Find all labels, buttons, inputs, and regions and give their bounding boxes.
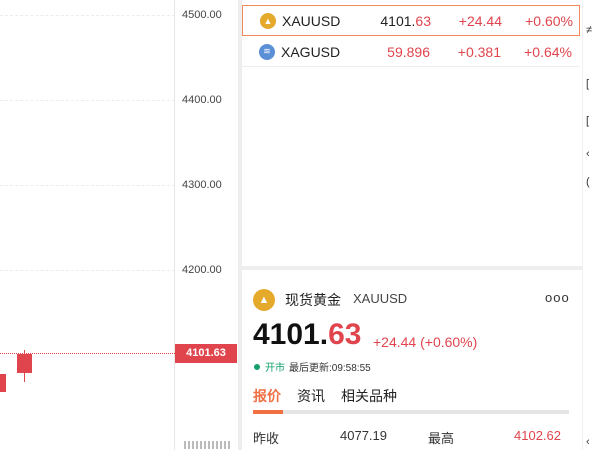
- price: 59.896: [387, 43, 430, 60]
- more-options-icon[interactable]: ooo: [545, 290, 570, 305]
- tab-news[interactable]: 资讯: [297, 386, 325, 406]
- stat-value-high: 4102.62: [514, 428, 561, 443]
- change: +24.44: [458, 12, 502, 29]
- gridline: [0, 15, 175, 16]
- gridline: [0, 100, 175, 101]
- row-divider: [242, 66, 580, 67]
- tab-active-indicator: [253, 410, 283, 414]
- tab-related[interactable]: 相关品种: [341, 386, 397, 406]
- edge-glyph: ≠: [586, 24, 593, 36]
- candle-body: [0, 374, 6, 392]
- y-tick-label: 4200.00: [182, 264, 222, 276]
- market-open-label: 开市: [265, 363, 285, 374]
- edge-glyph: ‹: [586, 436, 590, 448]
- market-status: 开市 最后更新:09:58:55: [254, 359, 371, 374]
- tab-track: [253, 410, 569, 414]
- detail-tabs: 报价 资讯 相关品种: [253, 386, 413, 406]
- gold-icon: ▲: [260, 12, 276, 29]
- gridline: [0, 270, 175, 271]
- gridline: [0, 185, 175, 186]
- watchlist-row-xagusd[interactable]: ≋ XAGUSD 59.896 +0.381 +0.64%: [242, 36, 580, 67]
- stat-label-high: 最高: [428, 431, 455, 446]
- edge-glyph: [: [586, 115, 590, 127]
- price-chart[interactable]: 4500.00 4400.00 4300.00 4200.00 4101.63: [0, 0, 238, 450]
- watchlist-row-xauusd[interactable]: ▲ XAUUSD 4101.63 +24.44 +0.60%: [242, 5, 580, 36]
- chart-plot-area[interactable]: [0, 0, 175, 450]
- y-tick-label: 4400.00: [182, 94, 222, 106]
- gold-icon: ▲: [253, 289, 275, 311]
- symbol: XAGUSD: [281, 43, 341, 60]
- current-price-tag: 4101.63: [175, 344, 237, 363]
- chart-scroll-handle[interactable]: [184, 436, 236, 449]
- tab-quote[interactable]: 报价: [253, 386, 281, 406]
- watchlist: ▲ XAUUSD 4101.63 +24.44 +0.60% ≋ XAGUSD …: [242, 0, 582, 266]
- edge-glyph: [: [586, 78, 590, 90]
- current-price: 4101.63: [253, 318, 362, 351]
- change: +0.381: [457, 43, 501, 60]
- instrument-code: XAUUSD: [353, 291, 408, 306]
- silver-icon: ≋: [259, 43, 275, 60]
- change-percent: +0.60%: [525, 12, 573, 29]
- right-panel-edge: ≠ [ [ ‹ ( ‹: [582, 0, 594, 450]
- y-tick-label: 4500.00: [182, 9, 222, 21]
- candle-body: [17, 354, 32, 373]
- price: 4101.63: [380, 12, 431, 29]
- instrument-detail: ▲ 现货黄金 XAUUSD ooo 4101.63 +24.44 (+0.60%…: [242, 270, 582, 450]
- status-dot-icon: [254, 363, 260, 370]
- y-axis: 4500.00 4400.00 4300.00 4200.00: [175, 0, 238, 450]
- change-percent: +0.64%: [524, 43, 572, 60]
- edge-glyph: ‹: [586, 148, 590, 160]
- last-update: 最后更新:09:58:55: [289, 363, 371, 374]
- edge-glyph: (: [586, 176, 590, 188]
- y-tick-label: 4300.00: [182, 179, 222, 191]
- stat-value-prev-close: 4077.19: [340, 428, 387, 443]
- stat-label-prev-close: 昨收: [253, 431, 280, 446]
- price-change: +24.44 (+0.60%): [373, 334, 478, 350]
- symbol: XAUUSD: [282, 12, 341, 29]
- instrument-name: 现货黄金: [285, 292, 341, 308]
